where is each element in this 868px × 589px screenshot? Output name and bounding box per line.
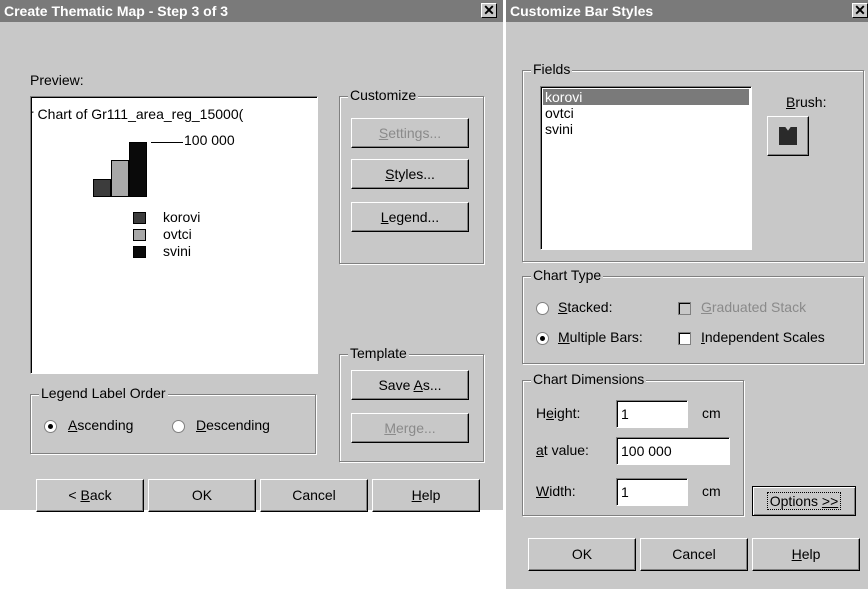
height-unit: cm — [702, 405, 721, 421]
fields-group-label: Fields — [531, 61, 573, 77]
height-input[interactable]: 1 — [616, 400, 688, 428]
close-button-2[interactable]: ✕ — [852, 2, 868, 18]
legend-button[interactable]: Legend... — [351, 202, 469, 232]
preview-pane: r Chart of Gr111_area_reg_15000( 100 000… — [30, 96, 318, 374]
thematic-map-dialog: Create Thematic Map - Step 3 of 3 ✕ Prev… — [0, 0, 503, 512]
independent-scales-label: Independent Scales — [701, 329, 825, 345]
options-button[interactable]: Options >> — [752, 486, 856, 516]
legend-label-svini: svini — [163, 243, 192, 259]
brush-label: Brush: — [786, 94, 827, 110]
scale-line — [151, 142, 183, 143]
chart-type-group — [522, 276, 864, 364]
preview-label: Preview: — [30, 72, 84, 88]
preview-scale-value: 100 000 — [184, 132, 235, 148]
back-button[interactable]: < Back — [36, 479, 144, 512]
preview-bar-ovtci — [111, 160, 129, 197]
field-item-svini[interactable]: svini — [545, 121, 573, 137]
height-input-value: 1 — [621, 406, 629, 422]
close-icon: ✕ — [854, 2, 866, 18]
save-as-button[interactable]: Save As... — [351, 370, 469, 400]
close-button[interactable]: ✕ — [481, 2, 497, 18]
options-button-label: Options >> — [766, 492, 842, 510]
dialog-title: Create Thematic Map - Step 3 of 3 — [4, 3, 229, 19]
stacked-label: Stacked: — [558, 299, 613, 315]
field-item-korovi[interactable]: korovi — [543, 89, 749, 105]
legend-swatch-korovi — [133, 212, 146, 224]
close-icon: ✕ — [483, 2, 495, 18]
height-label: Height: — [536, 405, 581, 421]
help-button-2[interactable]: Help — [752, 538, 860, 571]
graduated-stack-checkbox[interactable] — [678, 302, 691, 315]
ascending-label: Ascending — [68, 417, 134, 433]
cancel-button[interactable]: Cancel — [260, 479, 368, 512]
at-value-input-value: 100 000 — [621, 443, 672, 459]
customize-group-label: Customize — [348, 87, 419, 103]
settings-button[interactable]: Settings... — [351, 118, 469, 148]
dialog-title-bar: Create Thematic Map - Step 3 of 3 — [0, 0, 503, 22]
legend-label-korovi: korovi — [163, 209, 201, 225]
field-item-ovtci[interactable]: ovtci — [545, 105, 574, 121]
cancel-button-2[interactable]: Cancel — [640, 538, 748, 571]
styles-button[interactable]: Styles... — [351, 159, 469, 189]
legend-label-ovtci: ovtci — [163, 226, 192, 242]
help-button[interactable]: Help — [372, 479, 480, 512]
graduated-stack-label: Graduated Stack — [701, 299, 807, 315]
descending-label: Descending — [196, 417, 270, 433]
ok-button[interactable]: OK — [148, 479, 256, 512]
brush-button[interactable] — [767, 116, 809, 156]
ascending-radio[interactable] — [44, 420, 57, 433]
at-value-input[interactable]: 100 000 — [616, 437, 730, 465]
chart-type-group-label: Chart Type — [531, 267, 604, 283]
width-label: Width: — [536, 483, 576, 499]
stacked-radio[interactable] — [536, 302, 549, 315]
preview-bar-korovi — [93, 179, 111, 197]
dialog2-title: Customize Bar Styles — [510, 3, 654, 19]
brush-swatch-icon — [779, 127, 797, 145]
width-unit: cm — [702, 483, 721, 499]
ok-button-2[interactable]: OK — [528, 538, 636, 571]
width-input-value: 1 — [621, 484, 629, 500]
dialog2-title-bar: Customize Bar Styles — [506, 0, 868, 22]
preview-chart-title: r Chart of Gr111_area_reg_15000( — [30, 106, 244, 122]
merge-button[interactable]: Merge... — [351, 413, 469, 443]
chart-dimensions-group-label: Chart Dimensions — [531, 371, 647, 387]
multiple-bars-label: Multiple Bars: — [558, 329, 643, 345]
descending-radio[interactable] — [172, 420, 185, 433]
fields-listbox[interactable]: korovi ovtci svini — [540, 86, 752, 250]
legend-order-group-label: Legend Label Order — [39, 385, 168, 401]
template-group-label: Template — [348, 345, 409, 361]
legend-swatch-svini — [133, 246, 146, 258]
at-value-label: at value: — [536, 442, 589, 458]
customize-bar-styles-dialog: Customize Bar Styles ✕ Fields korovi ovt… — [506, 0, 868, 589]
width-input[interactable]: 1 — [616, 478, 688, 506]
preview-bar-svini — [129, 142, 147, 197]
independent-scales-checkbox[interactable] — [678, 332, 691, 345]
legend-swatch-ovtci — [133, 229, 146, 241]
multiple-bars-radio[interactable] — [536, 332, 549, 345]
